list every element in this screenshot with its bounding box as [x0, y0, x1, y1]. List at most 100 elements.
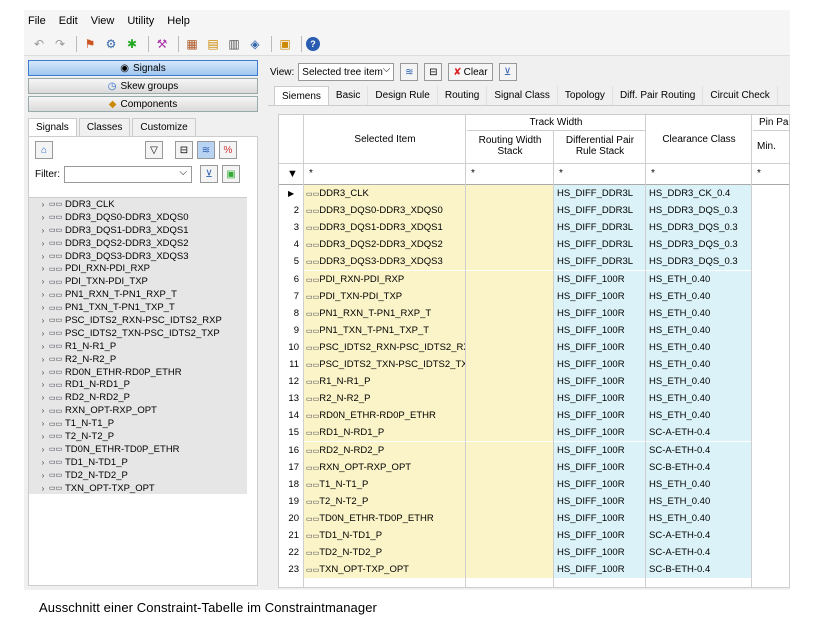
routing-width-stack-cell[interactable] — [466, 321, 553, 339]
selected-item-cell[interactable]: ▭▭R1_N-R1_P — [304, 373, 465, 391]
min-cell[interactable] — [752, 202, 789, 220]
min-cell[interactable] — [752, 304, 789, 322]
diff-pair-rule-stack-cell[interactable]: HS_DIFF_100R — [554, 270, 645, 288]
clearance-class-cell[interactable]: HS_DDR3_CK_0.4 — [646, 185, 751, 202]
tree-item[interactable]: › ▭▭ DDR3_DQS3-DDR3_XDQS3 — [29, 250, 247, 263]
tree-item[interactable]: › ▭▭ TD2_N-TD2_P — [29, 469, 247, 482]
min-cell[interactable] — [752, 544, 789, 562]
min-cell[interactable] — [752, 390, 789, 408]
chevron-right-icon[interactable]: › — [37, 303, 49, 312]
signal-tree[interactable]: › ▭▭ DDR3_CLK › ▭▭ DDR3_DQS0-DDR3_XDQS0 › ▭▭ DDR… — [29, 197, 247, 585]
tree-item[interactable]: › ▭▭ TD0N_ETHR-TD0P_ETHR — [29, 443, 247, 456]
menu-utility[interactable]: Utility — [127, 15, 154, 27]
diff-pair-rule-stack-cell[interactable]: HS_DIFF_100R — [554, 287, 645, 305]
routing-width-stack-cell[interactable] — [466, 424, 553, 442]
min-cell[interactable] — [752, 458, 789, 476]
diff-pair-rule-stack-cell[interactable]: HS_DIFF_100R — [554, 407, 645, 425]
chevron-right-icon[interactable]: › — [37, 329, 49, 338]
chevron-right-icon[interactable]: › — [37, 213, 49, 222]
tab-customize[interactable]: Customize — [132, 118, 196, 136]
redo-icon[interactable]: ↷ — [51, 35, 69, 53]
routing-width-stack-cell[interactable] — [466, 304, 553, 322]
diff-pair-rule-stack-cell[interactable]: HS_DIFF_100R — [554, 338, 645, 356]
diff-pair-rule-stack-cell[interactable]: HS_DIFF_100R — [554, 390, 645, 408]
tree-item[interactable]: › ▭▭ T2_N-T2_P — [29, 430, 247, 443]
chevron-right-icon[interactable]: › — [37, 290, 49, 299]
diff-pair-rule-stack-cell[interactable]: HS_DIFF_DDR3L — [554, 219, 645, 237]
clearance-class-cell[interactable]: SC-B-ETH-0.4 — [646, 561, 751, 579]
selected-item-cell[interactable]: ▭▭RD2_N-RD2_P — [304, 441, 465, 459]
clearance-class-cell[interactable]: HS_DDR3_DQS_0.3 — [646, 236, 751, 254]
menu-view[interactable]: View — [91, 15, 115, 27]
tree-item[interactable]: › ▭▭ DDR3_CLK — [29, 198, 247, 211]
routing-width-stack-cell[interactable] — [466, 373, 553, 391]
table-row[interactable]: 15 ▭▭RD1_N-RD1_P HS_DIFF_100R SC-A-ETH-0.4 — [279, 424, 789, 442]
header-routing-width-stack[interactable]: Routing Width Stack — [467, 131, 553, 161]
filter-star-clearance[interactable]: * — [651, 168, 655, 179]
menu-edit[interactable]: Edit — [59, 15, 78, 27]
tree-item[interactable]: › ▭▭ PSC_IDTS2_TXN-PSC_IDTS2_TXP — [29, 327, 247, 340]
tree-item[interactable]: › ▭▭ R2_N-R2_P — [29, 353, 247, 366]
routing-width-stack-cell[interactable] — [466, 356, 553, 373]
min-cell[interactable] — [752, 373, 789, 391]
selected-item-cell[interactable]: ▭▭DDR3_DQS0-DDR3_XDQS0 — [304, 202, 465, 220]
routing-width-stack-cell[interactable] — [466, 338, 553, 356]
table-row[interactable]: ▶ ▭▭DDR3_CLK HS_DIFF_DDR3L HS_DDR3_CK_0.4 — [279, 185, 789, 202]
routing-width-stack-cell[interactable] — [466, 492, 553, 510]
table-row[interactable]: 13 ▭▭R2_N-R2_P HS_DIFF_100R HS_ETH_0.40 — [279, 390, 789, 408]
tab-basic[interactable]: Basic — [329, 86, 369, 105]
routing-width-stack-cell[interactable] — [466, 390, 553, 408]
selected-item-cell[interactable]: ▭▭R2_N-R2_P — [304, 390, 465, 408]
selected-item-cell[interactable]: ▭▭PN1_TXN_T-PN1_TXP_T — [304, 321, 465, 339]
tree-item[interactable]: › ▭▭ RXN_OPT-RXP_OPT — [29, 404, 247, 417]
tab-siemens[interactable]: Siemens — [274, 86, 329, 105]
selected-item-cell[interactable]: ▭▭PN1_RXN_T-PN1_RXP_T — [304, 304, 465, 322]
tab-signals[interactable]: Signals — [28, 118, 77, 136]
min-cell[interactable] — [752, 492, 789, 510]
funnel-icon[interactable]: ▽ — [145, 141, 163, 159]
header-diff-pair-rule-stack[interactable]: Differential Pair Rule Stack — [555, 131, 645, 161]
diff-pair-rule-stack-cell[interactable]: HS_DIFF_100R — [554, 321, 645, 339]
routing-width-stack-cell[interactable] — [466, 253, 553, 271]
diff-pair-rule-stack-cell[interactable]: HS_DIFF_100R — [554, 458, 645, 476]
clearance-class-cell[interactable]: HS_ETH_0.40 — [646, 373, 751, 391]
diff-pair-rule-stack-cell[interactable]: HS_DIFF_DDR3L — [554, 185, 645, 202]
routing-width-stack-cell[interactable] — [466, 287, 553, 305]
selected-item-cell[interactable]: ▭▭TD2_N-TD2_P — [304, 544, 465, 562]
min-cell[interactable] — [752, 424, 789, 442]
selected-item-cell[interactable]: ▭▭PDI_TXN-PDI_TXP — [304, 287, 465, 305]
min-cell[interactable] — [752, 287, 789, 305]
routing-width-stack-cell[interactable] — [466, 509, 553, 527]
table-tool-1-icon[interactable]: ▦ — [183, 35, 201, 53]
tree-item[interactable]: › ▭▭ PDI_TXN-PDI_TXP — [29, 275, 247, 288]
chevron-right-icon[interactable]: › — [37, 316, 49, 325]
clearance-class-cell[interactable]: HS_ETH_0.40 — [646, 356, 751, 373]
min-cell[interactable] — [752, 321, 789, 339]
tab-topology[interactable]: Topology — [558, 86, 613, 105]
tree-item[interactable]: › ▭▭ TD1_N-TD1_P — [29, 456, 247, 469]
table-row[interactable]: 2 ▭▭DDR3_DQS0-DDR3_XDQS0 HS_DIFF_DDR3L HS_D… — [279, 202, 789, 220]
chevron-right-icon[interactable]: › — [37, 419, 49, 428]
chevron-right-icon[interactable]: › — [37, 380, 49, 389]
chevron-right-icon[interactable]: › — [37, 432, 49, 441]
clear-button[interactable]: ✘ Clear — [448, 63, 493, 81]
percent-icon[interactable]: % — [219, 141, 237, 159]
routing-width-stack-cell[interactable] — [466, 407, 553, 425]
diff-pair-rule-stack-cell[interactable]: HS_DIFF_100R — [554, 424, 645, 442]
selected-item-cell[interactable]: ▭▭PSC_IDTS2_TXN-PSC_IDTS2_TXP — [304, 356, 465, 373]
tree-item[interactable]: › ▭▭ TXN_OPT-TXP_OPT — [29, 482, 247, 495]
clearance-class-cell[interactable]: SC-B-ETH-0.4 — [646, 458, 751, 476]
min-cell[interactable] — [752, 338, 789, 356]
routing-width-stack-cell[interactable] — [466, 561, 553, 579]
selected-item-cell[interactable]: ▭▭TD1_N-TD1_P — [304, 527, 465, 544]
diff-pair-rule-stack-cell[interactable]: HS_DIFF_100R — [554, 304, 645, 322]
clearance-class-cell[interactable]: HS_ETH_0.40 — [646, 287, 751, 305]
menu-help[interactable]: Help — [167, 15, 190, 27]
clearance-class-cell[interactable]: SC-A-ETH-0.4 — [646, 441, 751, 459]
chevron-right-icon[interactable]: › — [37, 406, 49, 415]
min-cell[interactable] — [752, 236, 789, 254]
table-row[interactable]: 7 ▭▭PDI_TXN-PDI_TXP HS_DIFF_100R HS_ETH_0.4… — [279, 287, 789, 305]
filter-star-selected[interactable]: * — [309, 168, 313, 179]
selected-item-cell[interactable]: ▭▭RXN_OPT-RXP_OPT — [304, 458, 465, 476]
clearance-class-cell[interactable]: SC-A-ETH-0.4 — [646, 544, 751, 562]
